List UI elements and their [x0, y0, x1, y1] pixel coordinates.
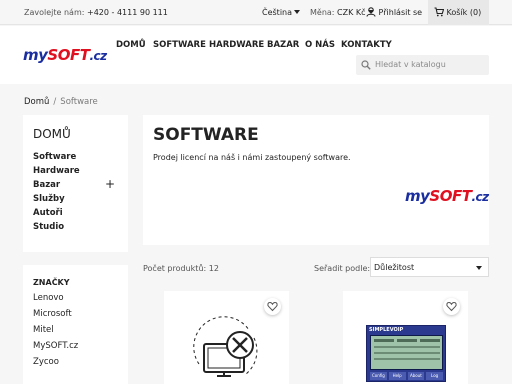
brand-microsoft[interactable]: Microsoft: [33, 306, 118, 322]
nav-about[interactable]: O NÁS: [305, 40, 335, 50]
category-logo: mySOFT.cz: [405, 187, 489, 205]
cart-icon: [434, 7, 444, 17]
search-box[interactable]: Hledat v katalogu: [356, 55, 489, 75]
logo-part-cz: .cz: [471, 190, 489, 204]
sidebar-item-services[interactable]: Služby: [33, 192, 118, 206]
page-title: SOFTWARE: [153, 125, 259, 145]
nav-home[interactable]: DOMŮ: [116, 40, 146, 50]
sidebar-item-hardware[interactable]: Hardware: [33, 164, 118, 178]
breadcrumb-current: Software: [60, 97, 98, 107]
brand-mitel[interactable]: Mitel: [33, 322, 118, 338]
cart-button[interactable]: Košík (0): [428, 0, 489, 25]
login-link[interactable]: Přihlásit se: [366, 7, 422, 17]
search-input-placeholder[interactable]: Hledat v katalogu: [375, 60, 446, 69]
sort-label: Seřadit podle:: [314, 264, 371, 273]
chevron-down-icon: [476, 266, 482, 270]
nav-software[interactable]: SOFTWARE: [153, 40, 206, 50]
product-display: [370, 335, 443, 370]
top-bar: Zavolejte nám: +420 - 4111 90 111 Češtin…: [0, 0, 512, 25]
breadcrumb-separator: /: [53, 97, 57, 107]
sidebar-item-studio[interactable]: Studio: [33, 220, 118, 234]
chevron-down-icon: [294, 10, 301, 14]
sidebar-item-software[interactable]: Software: [33, 150, 118, 164]
logo-part-cz: .cz: [89, 49, 107, 63]
brand-lenovo[interactable]: Lenovo: [33, 290, 118, 306]
logo-part-soft: SOFT: [429, 187, 472, 205]
sort-select[interactable]: Důležitost: [370, 257, 489, 277]
currency-selector[interactable]: Měna: CZK Kč: [310, 8, 374, 17]
product-button-log: Log: [426, 372, 443, 380]
logo-part-soft: SOFT: [47, 46, 90, 64]
heart-icon: [267, 301, 278, 312]
sort-value: Důležitost: [374, 263, 415, 272]
category-header: SOFTWARE Prodej licencí na náš i námi za…: [143, 115, 489, 245]
contact-label: Zavolejte nám:: [24, 8, 85, 17]
site-logo[interactable]: mySOFT.cz: [23, 46, 107, 64]
breadcrumb-home[interactable]: Domů: [24, 97, 49, 107]
product-image: SIMPLEVOIP Config Help About Log: [366, 325, 446, 382]
nav-hardware[interactable]: HARDWARE: [209, 40, 264, 50]
sidebar-item-label: Bazar: [33, 180, 61, 190]
language-value: Čeština: [262, 8, 293, 17]
logo-part-my: my: [23, 46, 48, 64]
contact-info: Zavolejte nám: +420 - 4111 90 111: [24, 8, 168, 17]
currency-label: Měna:: [310, 8, 335, 17]
cart-label: Košík (0): [446, 8, 482, 17]
logo-part-my: my: [405, 187, 430, 205]
product-count: Počet produktů: 12: [143, 264, 219, 273]
heart-icon: [446, 301, 457, 312]
expand-plus-icon[interactable]: +: [105, 177, 115, 191]
product-button-about: About: [407, 372, 425, 380]
category-description: Prodej licencí na náš i námi zastoupený …: [153, 153, 351, 162]
product-button-help: Help: [388, 372, 406, 380]
sidebar-title[interactable]: DOMŮ: [33, 127, 118, 141]
language-selector[interactable]: Čeština: [262, 8, 301, 17]
brand-mysoft[interactable]: MySOFT.cz: [33, 338, 118, 354]
wishlist-button[interactable]: [443, 298, 460, 315]
product-button-row: Config Help About Log: [370, 372, 443, 380]
brands-title: ZNAČKY: [33, 278, 70, 287]
sidebar-item-bazar[interactable]: Bazar +: [33, 177, 118, 192]
brands-sidebar: ZNAČKY Lenovo Microsoft Mitel MySOFT.cz …: [23, 265, 128, 384]
sidebar-item-authors[interactable]: Autoři: [33, 206, 118, 220]
contact-phone[interactable]: +420 - 4111 90 111: [87, 8, 168, 17]
product-card[interactable]: SIMPLEVOIP Config Help About Log: [343, 291, 468, 384]
search-icon[interactable]: [361, 60, 371, 70]
brand-zycoo[interactable]: Zycoo: [33, 354, 118, 370]
category-sidebar: DOMŮ Software Hardware Bazar + Služby Au…: [23, 115, 128, 252]
product-window-title: SIMPLEVOIP: [369, 327, 404, 333]
product-button-config: Config: [370, 372, 387, 380]
wishlist-button[interactable]: [264, 298, 281, 315]
user-icon: [366, 7, 376, 17]
nav-contacts[interactable]: KONTAKTY: [341, 40, 392, 50]
header: mySOFT.cz DOMŮ SOFTWARE HARDWARE BAZAR O…: [0, 26, 512, 84]
nav-bazar[interactable]: BAZAR: [267, 40, 299, 50]
login-label: Přihlásit se: [378, 8, 423, 17]
software-tools-icon: [193, 316, 258, 377]
breadcrumb: Domů / Software: [24, 97, 98, 107]
product-card[interactable]: [164, 291, 289, 384]
currency-value: CZK Kč: [337, 8, 366, 17]
